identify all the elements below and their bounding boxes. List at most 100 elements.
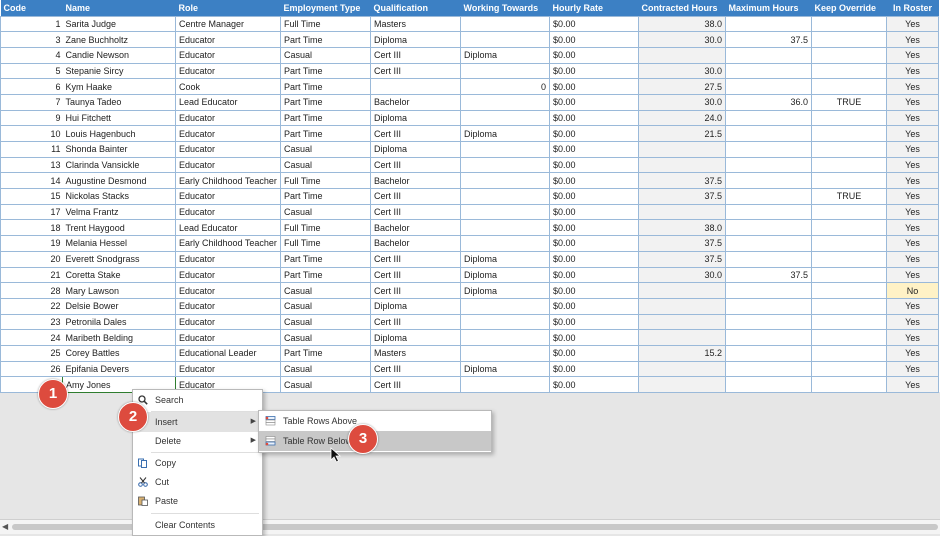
cell-name[interactable]: Augustine Desmond: [62, 172, 176, 190]
table-row[interactable]: 10 Louis Hagenbuch Educator Part Time Cert I…: [0, 125, 939, 142]
cell-maximum-hours[interactable]: [725, 125, 812, 142]
cell-contracted-hours[interactable]: 15.2: [638, 344, 726, 362]
cell-qualification[interactable]: Cert III: [370, 250, 461, 268]
cell-qualification[interactable]: Bachelor: [370, 172, 461, 190]
cell-code[interactable]: 1: [0, 15, 63, 33]
cell-name[interactable]: Epifania Devers: [62, 360, 176, 378]
cell-name[interactable]: Louis Hagenbuch: [62, 125, 176, 142]
cell-working-towards[interactable]: [460, 297, 550, 315]
cell-hourly-rate[interactable]: $0.00: [549, 360, 639, 378]
cell-working-towards[interactable]: [460, 376, 550, 393]
cell-qualification[interactable]: Bachelor: [370, 219, 461, 237]
cell-hourly-rate[interactable]: $0.00: [549, 297, 639, 315]
cell-name[interactable]: Shonda Bainter: [62, 141, 176, 158]
table-row[interactable]: 1 Sarita Judge Centre Manager Full Time Mast…: [0, 15, 939, 33]
cell-working-towards[interactable]: [460, 313, 550, 331]
cell-role[interactable]: Educator: [175, 282, 281, 299]
cell-keep-override[interactable]: [811, 15, 887, 33]
table-row[interactable]: 14 Augustine Desmond Early Childhood Teach…: [0, 172, 939, 190]
cell-hourly-rate[interactable]: $0.00: [549, 235, 639, 252]
cell-qualification[interactable]: Cert III: [370, 313, 461, 331]
cell-role[interactable]: Educational Leader: [175, 344, 281, 362]
cell-employment-type[interactable]: Full Time: [280, 172, 371, 190]
cell-working-towards[interactable]: [460, 31, 550, 48]
cell-hourly-rate[interactable]: $0.00: [549, 376, 639, 393]
column-header-name[interactable]: Name: [63, 0, 176, 16]
cell-role[interactable]: Educator: [175, 329, 281, 346]
cell-qualification[interactable]: Cert III: [370, 360, 461, 378]
cell-role[interactable]: Educator: [175, 125, 281, 142]
menu-item-clear-contents[interactable]: Clear Contents: [133, 515, 262, 535]
cell-keep-override[interactable]: [811, 125, 887, 142]
cell-employment-type[interactable]: Part Time: [280, 109, 371, 127]
table-row[interactable]: 17 Velma Frantz Educator Casual Cert III $0.0…: [0, 203, 939, 221]
cell-in-roster[interactable]: Yes: [886, 297, 939, 315]
cell-code[interactable]: 24: [0, 329, 63, 346]
cell-maximum-hours[interactable]: [725, 46, 812, 64]
column-header-contracted-hours[interactable]: Contracted Hours: [639, 0, 726, 16]
cell-name[interactable]: Sarita Judge: [62, 15, 176, 33]
cell-qualification[interactable]: Cert III: [370, 62, 461, 80]
cell-qualification[interactable]: Diploma: [370, 297, 461, 315]
cell-maximum-hours[interactable]: [725, 109, 812, 127]
cell-contracted-hours[interactable]: 21.5: [638, 125, 726, 142]
cell-role[interactable]: Educator: [175, 188, 281, 205]
cell-maximum-hours[interactable]: [725, 15, 812, 33]
cell-employment-type[interactable]: Part Time: [280, 266, 371, 284]
cell-in-roster[interactable]: Yes: [886, 344, 939, 362]
cell-keep-override[interactable]: TRUE: [811, 93, 887, 111]
cell-employment-type[interactable]: Part Time: [280, 250, 371, 268]
cell-keep-override[interactable]: [811, 172, 887, 190]
table-row[interactable]: 11 Shonda Bainter Educator Casual Diploma $0.…: [0, 141, 939, 158]
cell-keep-override[interactable]: [811, 219, 887, 237]
cell-keep-override[interactable]: [811, 235, 887, 252]
cell-working-towards[interactable]: [460, 15, 550, 33]
cell-hourly-rate[interactable]: $0.00: [549, 46, 639, 64]
cell-keep-override[interactable]: [811, 46, 887, 64]
cell-role[interactable]: Educator: [175, 250, 281, 268]
cell-hourly-rate[interactable]: $0.00: [549, 188, 639, 205]
cell-name[interactable]: Trent Haygood: [62, 219, 176, 237]
cell-code[interactable]: 13: [0, 156, 63, 174]
cell-working-towards[interactable]: [460, 172, 550, 190]
cell-keep-override[interactable]: [811, 78, 887, 95]
cell-employment-type[interactable]: Full Time: [280, 219, 371, 237]
menu-item-insert[interactable]: Insert ▶: [133, 412, 262, 432]
cell-maximum-hours[interactable]: [725, 282, 812, 299]
cell-hourly-rate[interactable]: $0.00: [549, 203, 639, 221]
table-row[interactable]: 9 Hui Fitchett Educator Part Time Diploma $0.…: [0, 109, 939, 127]
cell-contracted-hours[interactable]: 38.0: [638, 219, 726, 237]
cell-contracted-hours[interactable]: [638, 376, 726, 393]
cell-maximum-hours[interactable]: [725, 203, 812, 221]
cell-employment-type[interactable]: Part Time: [280, 62, 371, 80]
cell-employment-type[interactable]: Casual: [280, 376, 371, 393]
menu-item-cut[interactable]: Cut: [133, 472, 262, 492]
cell-in-roster[interactable]: Yes: [886, 109, 939, 127]
cell-code[interactable]: 4: [0, 46, 63, 64]
cell-employment-type[interactable]: Casual: [280, 329, 371, 346]
cell-contracted-hours[interactable]: 37.5: [638, 188, 726, 205]
cell-in-roster[interactable]: Yes: [886, 266, 939, 284]
cell-role[interactable]: Educator: [175, 46, 281, 64]
cell-code[interactable]: 9: [0, 109, 63, 127]
cell-contracted-hours[interactable]: [638, 156, 726, 174]
cell-keep-override[interactable]: [811, 329, 887, 346]
cell-qualification[interactable]: Cert III: [370, 282, 461, 299]
cell-in-roster[interactable]: Yes: [886, 219, 939, 237]
menu-item-copy[interactable]: Copy: [133, 453, 262, 473]
cell-qualification[interactable]: Diploma: [370, 31, 461, 48]
table-row[interactable]: 7 Taunya Tadeo Lead Educator Part Time Bache…: [0, 93, 939, 111]
cell-keep-override[interactable]: [811, 156, 887, 174]
cell-keep-override[interactable]: [811, 313, 887, 331]
cell-role[interactable]: Early Childhood Teacher: [175, 235, 281, 252]
cell-code[interactable]: 17: [0, 203, 63, 221]
cell-employment-type[interactable]: Casual: [280, 141, 371, 158]
table-row[interactable]: 13 Clarinda Vansickle Educator Casual Cert I…: [0, 156, 939, 174]
cell-qualification[interactable]: Diploma: [370, 141, 461, 158]
submenu-item-table-rows-above[interactable]: Table Rows Above: [259, 411, 491, 431]
cell-working-towards[interactable]: Diploma: [460, 46, 550, 64]
cell-hourly-rate[interactable]: $0.00: [549, 219, 639, 237]
cell-hourly-rate[interactable]: $0.00: [549, 31, 639, 48]
column-header-code[interactable]: Code: [1, 0, 63, 16]
cell-qualification[interactable]: Cert III: [370, 156, 461, 174]
